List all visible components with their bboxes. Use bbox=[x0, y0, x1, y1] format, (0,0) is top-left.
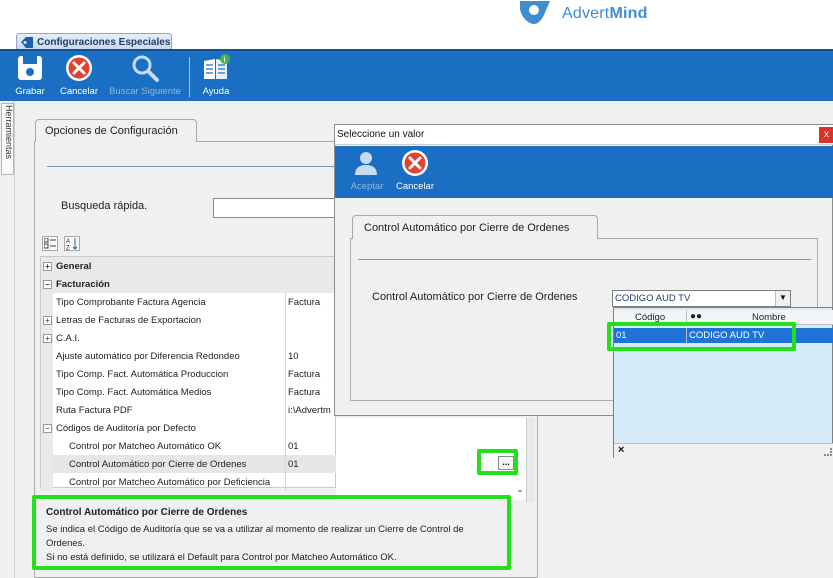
document-tab-label: Configuraciones Especiales bbox=[37, 36, 171, 48]
brand-logo: AdvertMind bbox=[518, 0, 648, 28]
help-book-icon: i bbox=[204, 54, 230, 79]
scroll-down-icon[interactable]: ⌄ bbox=[514, 484, 526, 498]
svg-text:i: i bbox=[224, 57, 226, 64]
chevron-down-icon[interactable]: ▼ bbox=[775, 291, 790, 306]
highlight-ellipsis bbox=[477, 449, 518, 475]
user-accept-icon bbox=[355, 152, 377, 175]
find-next-button[interactable]: Buscar Siguiente bbox=[104, 53, 186, 101]
dialog-cancel-button[interactable]: Cancelar bbox=[393, 148, 437, 196]
accept-button-label: Aceptar bbox=[350, 181, 384, 192]
close-icon[interactable]: x bbox=[819, 127, 833, 143]
expand-icon[interactable]: + bbox=[43, 262, 52, 271]
expand-icon[interactable]: + bbox=[43, 334, 52, 343]
toolbar-separator bbox=[189, 57, 190, 97]
grid-tools: AZ bbox=[42, 236, 80, 251]
property-row[interactable]: Tipo Comprobante Factura Agencia Factura bbox=[41, 293, 337, 311]
combobox-value: CODIGO AUD TV bbox=[615, 293, 691, 304]
property-row-selected[interactable]: Control Automático por Cierre de Ordenes… bbox=[41, 455, 337, 473]
property-group-row[interactable]: + C.A.I. bbox=[41, 329, 337, 347]
value-combobox[interactable]: CODIGO AUD TV ▼ bbox=[612, 290, 791, 307]
side-panel: Herramientas bbox=[0, 101, 15, 578]
options-tab[interactable]: Opciones de Configuración bbox=[35, 119, 197, 142]
main-toolbar: Grabar Cancelar Buscar Siguiente i Ayuda bbox=[0, 49, 833, 101]
sort-az-icon: AZ bbox=[66, 238, 78, 251]
cancel-icon bbox=[402, 150, 428, 176]
property-group-row[interactable]: − Códigos de Auditoría por Defecto bbox=[41, 419, 337, 437]
tag-icon bbox=[21, 36, 33, 48]
resize-grip-icon[interactable] bbox=[824, 448, 832, 456]
help-button-label: Ayuda bbox=[202, 86, 230, 97]
property-row[interactable]: Tipo Comp. Fact. Automática Produccion F… bbox=[41, 365, 337, 383]
property-row[interactable]: Ruta Factura PDF i:\Advertm bbox=[41, 401, 337, 419]
quick-search-input[interactable] bbox=[213, 198, 338, 218]
document-tab[interactable]: Configuraciones Especiales bbox=[16, 33, 172, 50]
binoculars-icon[interactable]: ●● bbox=[690, 311, 702, 322]
cancel-button[interactable]: Cancelar bbox=[56, 53, 102, 101]
dropdown-footer: × bbox=[614, 443, 833, 458]
alphabetical-sort-button[interactable]: AZ bbox=[64, 236, 80, 251]
help-button[interactable]: i Ayuda bbox=[198, 53, 234, 101]
vertical-scrollbar[interactable] bbox=[526, 418, 535, 502]
accept-button[interactable]: Aceptar bbox=[347, 148, 387, 196]
save-button[interactable]: Grabar bbox=[10, 53, 50, 101]
property-row[interactable]: Tipo Comp. Fact. Automática Medios Factu… bbox=[41, 383, 337, 401]
tools-side-tab[interactable]: Herramientas bbox=[1, 103, 14, 175]
collapse-icon[interactable]: − bbox=[43, 424, 52, 433]
cancel-icon bbox=[66, 55, 92, 81]
tools-side-tab-label: Herramientas bbox=[4, 105, 14, 160]
property-grid: + General − Facturación Tipo Comprobante… bbox=[40, 256, 337, 491]
brand-name: AdvertMind bbox=[562, 5, 648, 22]
highlight-description bbox=[32, 495, 511, 570]
property-group-row[interactable]: + Letras de Facturas de Exportacion bbox=[41, 311, 337, 329]
find-next-button-label: Buscar Siguiente bbox=[109, 86, 181, 97]
category-facturacion[interactable]: − Facturación bbox=[41, 275, 337, 293]
property-row[interactable]: Control por Matcheo Automático OK 01 bbox=[41, 437, 337, 455]
search-icon bbox=[132, 55, 159, 82]
dialog-tab[interactable]: Control Automático por Cierre de Ordenes bbox=[352, 215, 598, 239]
app-window: AdvertMind Configuraciones Especiales Gr… bbox=[0, 0, 833, 578]
expand-icon[interactable]: + bbox=[43, 316, 52, 325]
collapse-icon[interactable]: − bbox=[43, 280, 52, 289]
quick-search-label: Busqueda rápida. bbox=[61, 200, 148, 212]
dialog-cancel-button-label: Cancelar bbox=[395, 181, 435, 192]
highlight-dropdown-row bbox=[607, 322, 796, 351]
save-button-label: Grabar bbox=[15, 86, 45, 97]
categorized-icon bbox=[44, 238, 56, 249]
property-row[interactable]: Ajuste automático por Diferencia Redonde… bbox=[41, 347, 337, 365]
dialog-divider bbox=[358, 259, 811, 260]
category-general[interactable]: + General bbox=[41, 257, 337, 275]
cancel-button-label: Cancelar bbox=[59, 86, 99, 97]
dialog-field-label: Control Automático por Cierre de Ordenes bbox=[372, 291, 578, 303]
dialog-title: Seleccione un valor bbox=[335, 125, 833, 145]
clear-icon[interactable]: × bbox=[618, 444, 624, 456]
categorized-view-button[interactable] bbox=[42, 236, 58, 251]
brand-mark-icon bbox=[520, 1, 550, 24]
options-divider bbox=[47, 166, 337, 167]
svg-text:Z: Z bbox=[66, 246, 70, 251]
save-icon bbox=[18, 56, 42, 80]
dialog-toolbar: Aceptar Cancelar bbox=[335, 146, 833, 198]
svg-text:A: A bbox=[66, 239, 70, 245]
property-row[interactable]: Control por Matcheo Automático por Defic… bbox=[41, 473, 337, 491]
